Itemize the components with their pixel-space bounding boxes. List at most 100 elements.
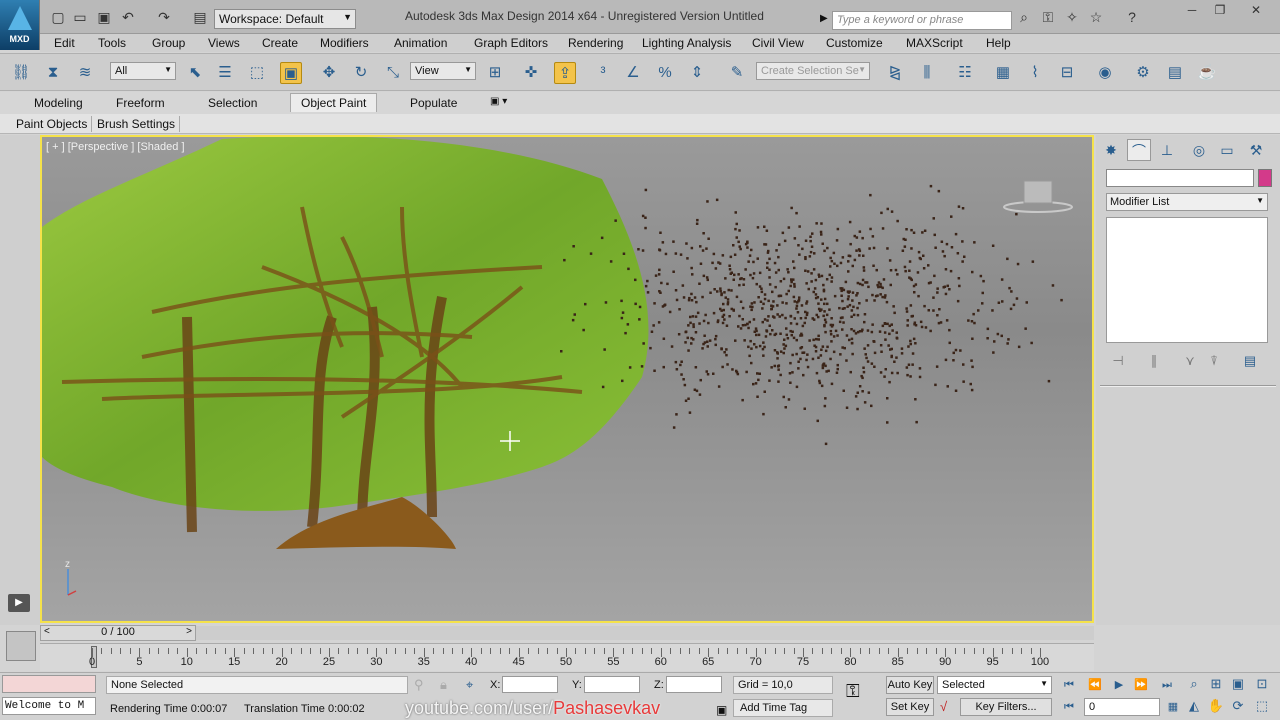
y-coord-field[interactable] <box>584 676 640 693</box>
menu-rendering[interactable]: Rendering <box>568 36 623 50</box>
maximize-button[interactable]: ❐ <box>1208 3 1232 19</box>
render-setup-icon[interactable]: ⚙ <box>1132 62 1154 84</box>
subscription-icon[interactable]: ⚿ <box>1040 9 1056 25</box>
set-key-button[interactable]: Set Key <box>886 698 934 716</box>
close-button[interactable]: ✕ <box>1244 3 1268 19</box>
selection-filter-dropdown[interactable]: All ▼ <box>110 62 176 80</box>
rectangular-selection-icon[interactable]: ⬚ <box>246 62 268 84</box>
time-tag-icon[interactable]: ▣ <box>716 703 727 717</box>
maxscript-listener-input[interactable] <box>2 675 96 693</box>
pin-stack-icon[interactable]: ⊣ <box>1108 353 1128 371</box>
window-crossing-icon[interactable]: ▣ <box>280 62 302 84</box>
menu-create[interactable]: Create <box>262 36 298 50</box>
prev-frame-arrow-icon[interactable]: < <box>44 626 50 637</box>
x-coord-field[interactable] <box>502 676 558 693</box>
select-by-name-icon[interactable]: ☰ <box>214 62 236 84</box>
zoom-all-icon[interactable]: ⊞ <box>1206 676 1226 694</box>
zoom-extents-icon[interactable]: ▣ <box>1228 676 1248 694</box>
time-slider-track[interactable] <box>196 626 1094 640</box>
select-and-scale-icon[interactable]: ⤡ <box>382 62 404 84</box>
modifier-stack[interactable] <box>1106 217 1268 343</box>
percent-snap-icon[interactable]: % <box>654 62 676 84</box>
tab-modeling[interactable]: Modeling <box>28 95 89 111</box>
material-editor-icon[interactable]: ◉ <box>1094 62 1116 84</box>
perspective-viewport[interactable]: [ + ] [Perspective ] [Shaded ] z <box>40 135 1094 623</box>
redo-icon[interactable]: ↷ <box>156 9 172 25</box>
menu-customize[interactable]: Customize <box>826 36 883 50</box>
panel-brush-settings[interactable]: Brush Settings <box>93 116 181 132</box>
reference-coordinate-dropdown[interactable]: View ▼ <box>410 62 476 80</box>
ribbon-options-icon[interactable]: ▣ ▾ <box>484 95 513 108</box>
snaps-toggle-icon[interactable]: ³ <box>592 62 614 84</box>
utilities-tab-icon[interactable]: ⚒ <box>1244 139 1268 161</box>
communication-center-icon[interactable]: ✧ <box>1064 9 1080 25</box>
viewport-label[interactable]: [ + ] [Perspective ] [Shaded ] <box>46 141 185 153</box>
menu-civil-view[interactable]: Civil View <box>752 36 804 50</box>
panel-paint-objects[interactable]: Paint Objects <box>12 116 93 132</box>
menu-lighting-analysis[interactable]: Lighting Analysis <box>642 36 731 50</box>
selection-lock-icon[interactable]: 🔒︎ <box>440 677 447 693</box>
absolute-mode-icon[interactable]: ⌖ <box>466 677 473 693</box>
menu-graph-editors[interactable]: Graph Editors <box>474 36 548 50</box>
tab-freeform[interactable]: Freeform <box>110 95 171 111</box>
object-color-swatch[interactable] <box>1258 169 1272 187</box>
spinner-snap-icon[interactable]: ⇕ <box>686 62 708 84</box>
play-animation-icon[interactable]: ▶ <box>1108 676 1130 694</box>
display-tab-icon[interactable]: ▭ <box>1215 139 1239 161</box>
maxscript-output[interactable]: Welcome to M <box>2 697 96 715</box>
mini-listener-area[interactable] <box>6 631 36 661</box>
show-end-result-icon[interactable]: ∥ <box>1144 353 1164 371</box>
align-icon[interactable]: ⫼ <box>916 62 938 84</box>
application-button[interactable]: MXD <box>0 0 40 50</box>
save-file-icon[interactable]: ▣ <box>96 9 112 25</box>
pivot-center-icon[interactable]: ⊞ <box>484 62 506 84</box>
new-file-icon[interactable]: ▢ <box>50 9 66 25</box>
menu-group[interactable]: Group <box>152 36 185 50</box>
key-mode-toggle-icon[interactable]: ⏮ <box>1058 698 1080 716</box>
key-mode-dropdown[interactable]: Selected ▼ <box>937 676 1052 694</box>
key-filters-button[interactable]: Key Filters... <box>960 698 1052 716</box>
rendered-frame-window-icon[interactable]: ▤ <box>1164 62 1186 84</box>
isolate-icon[interactable]: ⚲ <box>414 677 424 693</box>
menu-edit[interactable]: Edit <box>54 36 75 50</box>
named-selection-set-dropdown[interactable]: Create Selection Se ▼ <box>756 62 870 80</box>
layer-manager-icon[interactable]: ☷ <box>954 62 976 84</box>
tab-object-paint[interactable]: Object Paint <box>290 93 378 112</box>
menu-modifiers[interactable]: Modifiers <box>320 36 369 50</box>
pan-view-icon[interactable]: ✋ <box>1206 698 1226 716</box>
configure-modifier-sets-icon[interactable]: ▤ <box>1240 353 1260 371</box>
orbit-icon[interactable]: ⟳ <box>1228 698 1248 716</box>
tab-selection[interactable]: Selection <box>202 95 263 111</box>
set-key-filter-icon[interactable]: √ <box>940 699 947 714</box>
edit-named-selection-icon[interactable]: ✎ <box>726 62 748 84</box>
object-name-field[interactable] <box>1106 169 1254 187</box>
z-coord-field[interactable] <box>666 676 722 693</box>
go-to-start-icon[interactable]: ⏮ <box>1058 676 1080 694</box>
next-frame-icon[interactable]: ⏩ <box>1130 676 1152 694</box>
bind-space-warp-icon[interactable]: ≋ <box>74 62 96 84</box>
time-configuration-icon[interactable]: ▦ <box>1162 698 1184 716</box>
maximize-viewport-icon[interactable]: ⬚ <box>1252 698 1272 716</box>
add-time-tag-button[interactable]: Add Time Tag <box>733 699 833 717</box>
modify-tab-icon[interactable]: ⌒ <box>1127 139 1151 161</box>
curve-editor-icon[interactable]: ⌇ <box>1024 62 1046 84</box>
zoom-extents-all-icon[interactable]: ⊡ <box>1252 676 1272 694</box>
schematic-view-icon[interactable]: ⊟ <box>1056 62 1078 84</box>
undo-icon[interactable]: ↶ <box>120 9 136 25</box>
current-frame-field[interactable]: 0 <box>1084 698 1160 716</box>
create-tab-icon[interactable]: ✸ <box>1099 139 1123 161</box>
time-slider[interactable]: < 0 / 100 > <box>40 625 196 641</box>
workspace-dropdown[interactable]: Workspace: Default ▼ <box>214 9 356 29</box>
mirror-icon[interactable]: ⧎ <box>884 62 906 84</box>
menu-views[interactable]: Views <box>208 36 240 50</box>
make-unique-icon[interactable]: ⋎ <box>1180 353 1200 371</box>
zoom-icon[interactable]: ⌕ <box>1184 676 1204 694</box>
binoculars-icon[interactable]: ⌕ <box>1016 9 1032 25</box>
angle-snap-icon[interactable]: ∠ <box>622 62 644 84</box>
auto-key-button[interactable]: Auto Key <box>886 676 934 694</box>
project-folder-icon[interactable]: ▤ <box>192 9 208 25</box>
open-file-icon[interactable]: ▭ <box>72 9 88 25</box>
minimize-button[interactable]: ─ <box>1180 3 1204 19</box>
tab-populate[interactable]: Populate <box>404 95 463 111</box>
menu-animation[interactable]: Animation <box>394 36 447 50</box>
